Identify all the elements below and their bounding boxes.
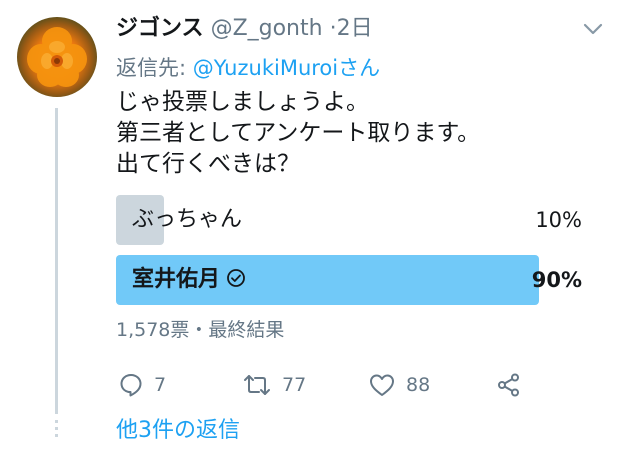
- poll-option-label: 室井佑月: [132, 267, 221, 292]
- poll-option-percent: 10%: [535, 208, 582, 232]
- retweet-count: 77: [282, 374, 307, 396]
- like-icon: [370, 374, 394, 396]
- poll-option: ぶっちゃん 10%: [116, 195, 586, 245]
- tweet-text-line: 出て行くべきは？: [116, 151, 300, 177]
- checkmark-circle-icon: [227, 269, 245, 287]
- reply-icon: [120, 374, 142, 397]
- poll-option-winner: 室井佑月 90%: [116, 255, 586, 305]
- tweet-actions: 7 77 88: [116, 370, 536, 400]
- poll: ぶっちゃん 10% 室井佑月 90%: [116, 195, 586, 315]
- poll-option-label: ぶっちゃん: [132, 207, 243, 232]
- like-button[interactable]: 88: [368, 370, 430, 400]
- poll-option-percent: 90%: [531, 268, 582, 292]
- thread-line: [55, 108, 58, 414]
- tweet-text: じゃ投票しましょうよ。 第三者としてアンケート取ります。 出て行くべきは？: [116, 87, 480, 180]
- poll-option-label-wrapper: 室井佑月: [132, 255, 246, 305]
- tweet-text-line: 第三者としてアンケート取ります。: [116, 120, 481, 146]
- header-separator: ·: [329, 16, 337, 41]
- tweet-text-line: じゃ投票しましょうよ。: [116, 89, 369, 115]
- display-name[interactable]: ジゴンス: [116, 16, 204, 41]
- avatar-flower-image: [27, 27, 87, 87]
- share-button[interactable]: [496, 370, 522, 400]
- reply-count: 7: [154, 374, 167, 396]
- avatar[interactable]: [17, 17, 97, 97]
- tweet-timestamp[interactable]: 2日: [337, 16, 373, 41]
- poll-meta: 1,578票・最終結果: [116, 319, 285, 341]
- reply-prefix: 返信先:: [116, 56, 193, 80]
- tweet-header: ジゴンス @Z_gonth ·2日: [116, 14, 373, 44]
- share-icon: [498, 373, 519, 397]
- retweet-icon: [244, 375, 270, 395]
- user-handle[interactable]: @Z_gonth: [211, 16, 323, 41]
- chevron-down-icon[interactable]: [583, 22, 603, 36]
- reply-button[interactable]: 7: [118, 370, 166, 400]
- retweet-button[interactable]: 77: [242, 370, 306, 400]
- like-count: 88: [406, 374, 431, 396]
- thread-dots: [55, 420, 58, 441]
- more-replies-link[interactable]: 他3件の返信: [116, 416, 240, 446]
- reply-mention-link[interactable]: @YuzukiMuroiさん: [193, 56, 380, 80]
- reply-context: 返信先: @YuzukiMuroiさん: [116, 54, 380, 82]
